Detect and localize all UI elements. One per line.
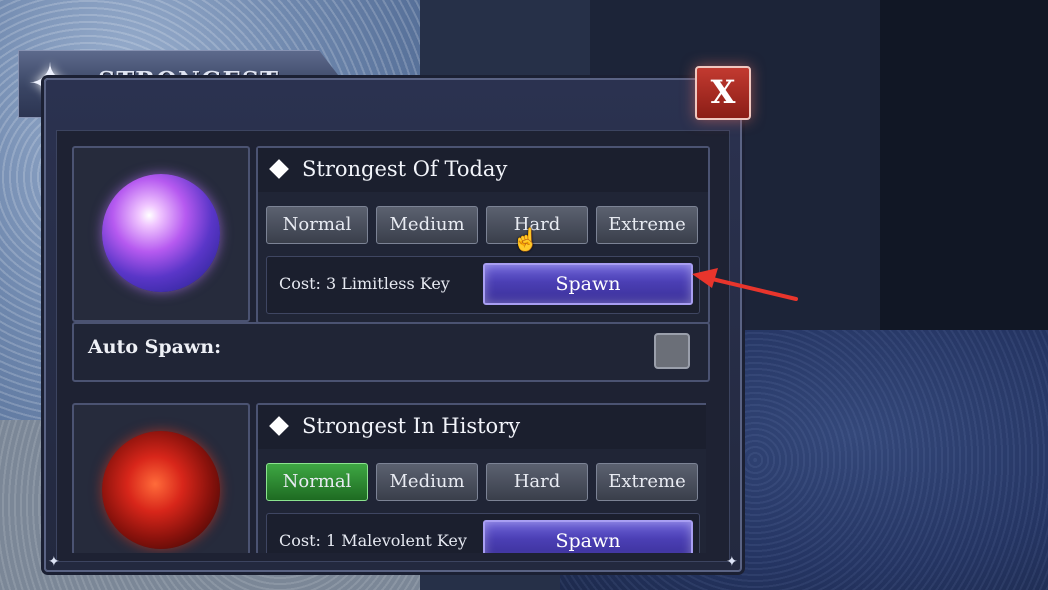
section-info-panel: Strongest Of Today Normal Medium Hard Ex… [256, 146, 710, 324]
section-strongest-of-today: Strongest Of Today Normal Medium Hard Ex… [72, 146, 710, 382]
section-title: Strongest In History [302, 414, 521, 438]
annotation-arrow-icon [692, 268, 798, 301]
difficulty-extreme-button[interactable]: Extreme [596, 463, 698, 501]
diamond-icon [269, 159, 289, 179]
difficulty-normal-button[interactable]: Normal [266, 463, 368, 501]
spawn-button[interactable]: Spawn [483, 263, 693, 305]
cost-row: Cost: 3 Limitless Key Spawn [266, 256, 700, 314]
difficulty-medium-button[interactable]: Medium [376, 206, 478, 244]
hand-cursor-icon: ☝ [512, 228, 540, 253]
difficulty-extreme-button[interactable]: Extreme [596, 206, 698, 244]
red-orb-icon [102, 431, 220, 549]
difficulty-normal-button[interactable]: Normal [266, 206, 368, 244]
section-header: Strongest In History [258, 405, 706, 449]
difficulty-medium-button[interactable]: Medium [376, 463, 478, 501]
orb-frame [72, 403, 250, 553]
section-title: Strongest Of Today [302, 157, 508, 181]
section-header: Strongest Of Today [258, 148, 708, 192]
purple-orb-icon [102, 174, 220, 292]
orb-frame [72, 146, 250, 322]
dark-wall-right [880, 0, 1048, 360]
corner-decoration-icon: ✦ [48, 554, 60, 570]
section-strongest-in-history: Strongest In History Normal Medium Hard … [72, 403, 706, 553]
corner-decoration-icon: ✦ [726, 554, 738, 570]
cost-row: Cost: 1 Malevolent Key Spawn [266, 513, 700, 553]
auto-spawn-label: Auto Spawn: [88, 336, 222, 358]
auto-spawn-row: Auto Spawn: [72, 322, 710, 382]
spawn-button[interactable]: Spawn [483, 520, 693, 553]
auto-spawn-checkbox[interactable] [654, 333, 690, 369]
diamond-icon [269, 416, 289, 436]
difficulty-hard-button[interactable]: Hard [486, 463, 588, 501]
close-button[interactable]: X [695, 66, 751, 120]
cost-label: Cost: 1 Malevolent Key [279, 531, 467, 550]
cost-label: Cost: 3 Limitless Key [279, 274, 450, 293]
section-info-panel: Strongest In History Normal Medium Hard … [256, 403, 706, 553]
